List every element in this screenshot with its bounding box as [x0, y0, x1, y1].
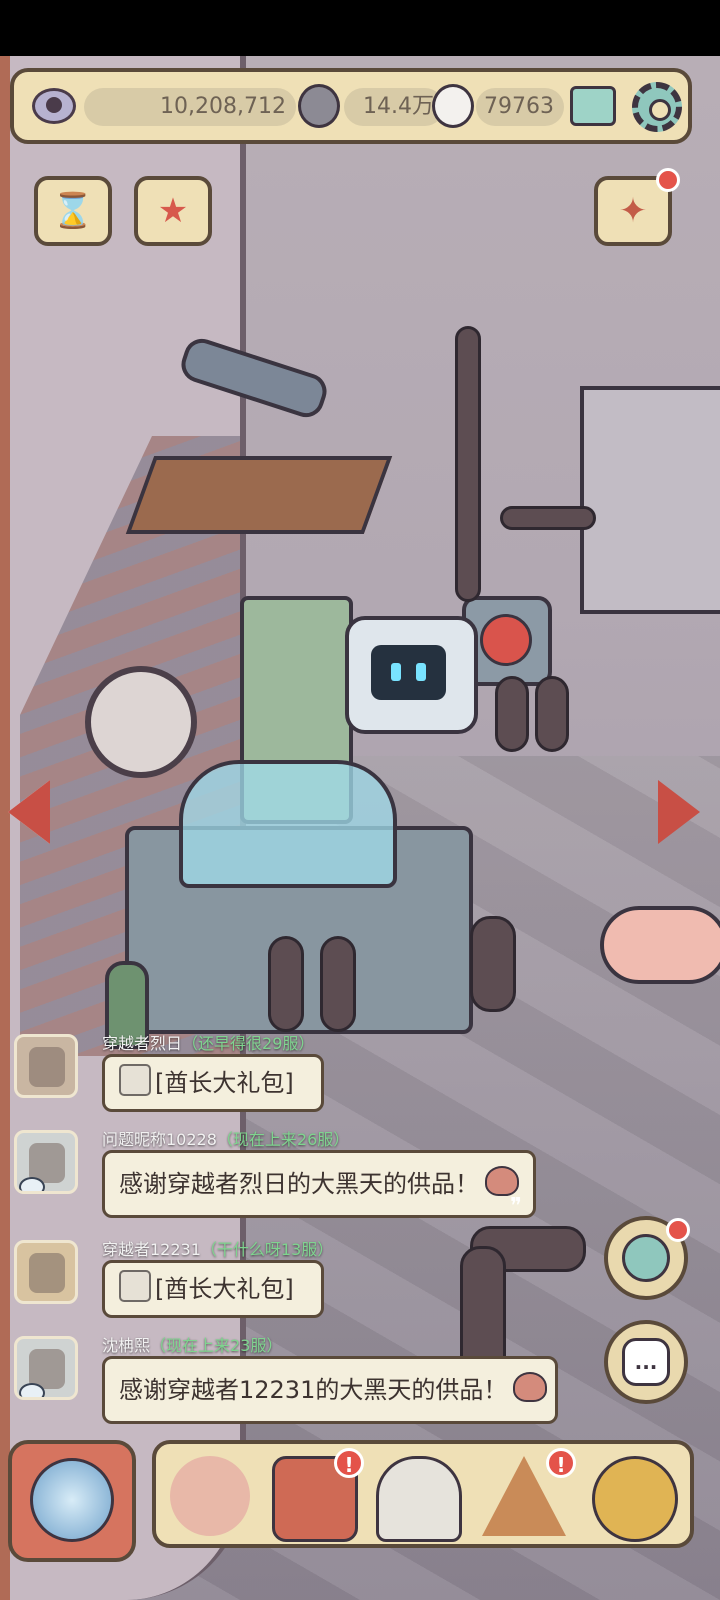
star-badge-button[interactable]: ★	[134, 176, 212, 246]
chat-bubble[interactable]: 感谢穿越者烈日的大黑天的供品！	[102, 1150, 536, 1218]
light-soul-count: 79763	[476, 88, 564, 126]
avatar[interactable]	[14, 1130, 78, 1194]
chat-username-line: 穿越者12231（干什么呀13服）	[102, 1236, 333, 1260]
scroll-right-arrow[interactable]	[658, 780, 700, 844]
chat-bubble-icon: ...	[622, 1338, 670, 1386]
dark-soul-count: 14.4万	[344, 88, 444, 126]
chat-text: [酋长大礼包]	[155, 1275, 294, 1303]
avatar[interactable]	[14, 1034, 78, 1098]
chat-username: 沈柟熙	[102, 1336, 151, 1355]
world-disc-icon	[30, 1458, 114, 1542]
chat-username-line: 问题昵称10228（现在上来26服）	[102, 1126, 349, 1150]
chat-text: 感谢穿越者12231的大黑天的供品！	[119, 1376, 508, 1404]
chat-server: （现在上来23服）	[150, 1336, 283, 1355]
light-soul-icon	[432, 84, 474, 128]
wall-clock	[85, 666, 197, 778]
quote-icon: ❞	[510, 1194, 522, 1219]
wooden-platform	[125, 456, 393, 534]
chat-username: 穿越者12231	[102, 1240, 201, 1259]
chat-bubble[interactable]: 感谢穿越者12231的大黑天的供品！	[102, 1356, 558, 1424]
chat-text: 感谢穿越者烈日的大黑天的供品！	[119, 1170, 479, 1198]
resource-bar: 10,208,712 14.4万 79763	[10, 68, 692, 144]
eye-icon	[32, 88, 76, 124]
mail-icon[interactable]	[570, 86, 616, 126]
chat-username-line: 穿越者烈日（还早得很29服）	[102, 1030, 314, 1054]
gear-icon[interactable]	[632, 82, 682, 132]
snail-icon[interactable]	[170, 1456, 250, 1536]
crab-emoji-icon	[513, 1372, 548, 1402]
eye-badge-icon	[19, 1177, 45, 1191]
chat-username: 问题昵称10228	[102, 1130, 217, 1149]
chat-username-line: 沈柟熙（现在上来23服）	[102, 1332, 282, 1356]
alert-badge: !	[546, 1448, 576, 1478]
robot-tv[interactable]	[345, 616, 478, 734]
main-scene-button[interactable]	[8, 1440, 136, 1562]
avatar[interactable]	[14, 1240, 78, 1304]
robot-screen	[371, 645, 446, 700]
pipe	[320, 936, 356, 1032]
chat-username: 穿越者烈日	[102, 1034, 183, 1053]
scroll-left-arrow[interactable]	[8, 780, 50, 844]
gift-pack-icon	[119, 1270, 151, 1302]
crab-emoji-icon	[485, 1166, 519, 1196]
notification-dot	[656, 168, 680, 192]
portal-icon	[622, 1234, 670, 1282]
pipe	[495, 676, 529, 752]
dna-tank-glass	[179, 760, 397, 888]
bust-statue-icon[interactable]	[376, 1456, 462, 1542]
chat-text: [酋长大礼包]	[155, 1069, 294, 1097]
eye-badge-icon	[19, 1383, 45, 1397]
chat-bubble[interactable]: [酋长大礼包]	[102, 1054, 324, 1112]
chat-server: （干什么呀13服）	[200, 1240, 334, 1259]
avatar[interactable]	[14, 1336, 78, 1400]
chat-bubble[interactable]: [酋长大礼包]	[102, 1260, 324, 1318]
pipe	[470, 916, 516, 1012]
pig-creature[interactable]	[600, 906, 720, 984]
chat-server: （现在上来26服）	[216, 1130, 350, 1149]
alert-badge: !	[334, 1448, 364, 1478]
chained-cabinet[interactable]	[580, 386, 720, 614]
hourglass-button[interactable]: ⌛	[34, 176, 112, 246]
hourglass-icon: ⌛	[51, 191, 95, 231]
gift-pack-icon	[119, 1064, 151, 1096]
pipe	[455, 326, 481, 602]
chat-button[interactable]: ...	[604, 1320, 688, 1404]
dark-soul-icon	[298, 84, 340, 128]
chat-server: （还早得很29服）	[182, 1034, 315, 1053]
pipe	[535, 676, 569, 752]
party-popper-icon: ✦	[618, 191, 648, 231]
notification-dot	[666, 1218, 690, 1242]
bottom-dock	[152, 1440, 694, 1548]
key-coin-icon[interactable]	[592, 1456, 678, 1542]
pipe	[268, 936, 304, 1032]
star-badge-icon: ★	[157, 191, 189, 231]
pipe	[500, 506, 596, 530]
eye-count: 10,208,712	[84, 88, 296, 126]
